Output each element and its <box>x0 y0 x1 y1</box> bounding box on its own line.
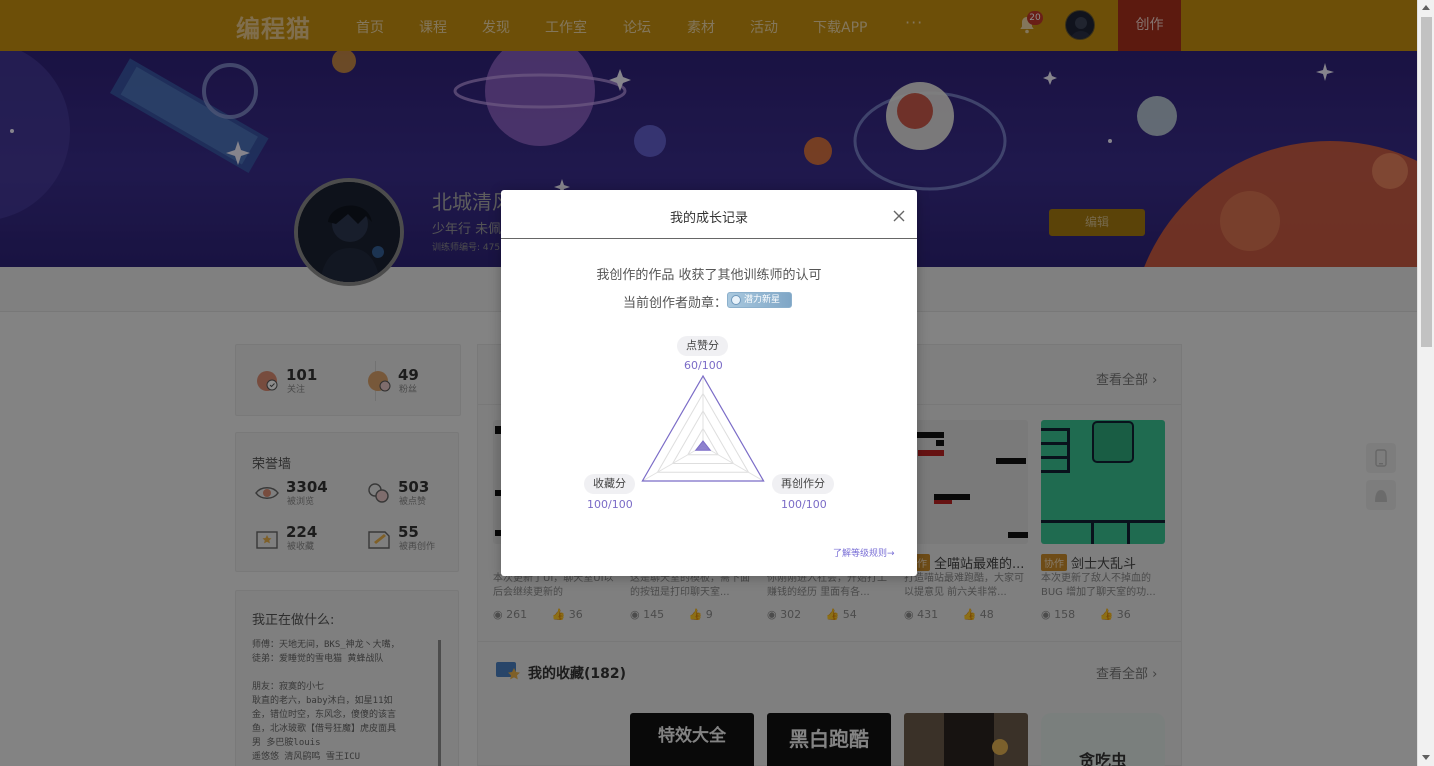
score-recreate: 100/100 <box>781 498 827 511</box>
growth-record-modal: 我的成长记录 我创作的作品 收获了其他训练师的认可 当前创作者勋章： 潜力新星 … <box>501 190 917 576</box>
page-scrollbar[interactable] <box>1417 0 1434 766</box>
axis-label-likes: 点赞分 <box>677 336 728 356</box>
scrollbar-thumb[interactable] <box>1421 17 1432 347</box>
score-likes: 60/100 <box>684 359 723 372</box>
level-rules-link[interactable]: 了解等级规则→ <box>833 546 895 559</box>
scroll-down-arrow-icon[interactable] <box>1422 755 1430 760</box>
axis-label-recreate: 再创作分 <box>772 474 834 494</box>
score-collects: 100/100 <box>587 498 633 511</box>
scroll-up-arrow-icon[interactable] <box>1422 5 1430 10</box>
axis-label-collects: 收藏分 <box>584 474 635 494</box>
growth-radar-chart <box>641 374 765 482</box>
radar-data-area <box>694 440 712 451</box>
